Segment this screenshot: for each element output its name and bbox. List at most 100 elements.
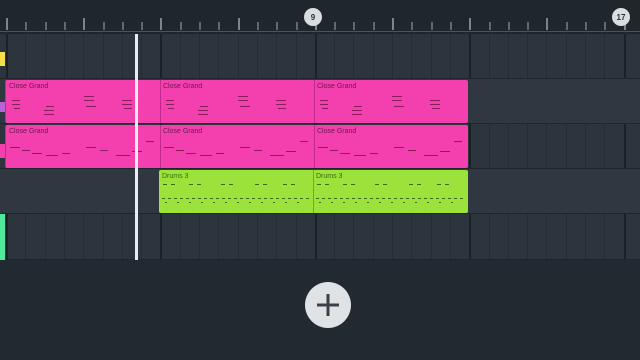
ruler-tick [507, 22, 510, 30]
note [264, 198, 267, 199]
note [197, 184, 201, 185]
clip-close-grand-row-2[interactable]: Close Grand Close Grand Close Grand [5, 125, 468, 168]
note [270, 155, 284, 156]
note [408, 150, 416, 151]
note [162, 198, 165, 199]
note [86, 147, 96, 148]
note [346, 198, 349, 199]
note [400, 198, 403, 199]
note [238, 96, 248, 97]
timeline-ruler[interactable]: 9 17 [0, 0, 640, 34]
note [276, 198, 279, 199]
note [165, 202, 167, 203]
note [320, 104, 328, 105]
note [294, 198, 297, 199]
note [186, 198, 189, 199]
note [392, 96, 402, 97]
note [146, 141, 154, 142]
playhead[interactable] [135, 34, 138, 260]
note [394, 147, 404, 148]
clip-drums-3[interactable]: Drums 3 Drums 3 [159, 170, 468, 213]
ruler-tick [565, 22, 568, 30]
note [306, 198, 309, 199]
clip-label: Drums 3 [162, 173, 189, 180]
note [174, 198, 177, 199]
track-row-1[interactable] [0, 34, 640, 79]
note [316, 198, 319, 199]
note [417, 184, 421, 185]
add-track-button[interactable] [305, 282, 351, 328]
note [200, 155, 212, 156]
clip-label: Close Grand [163, 128, 203, 135]
note [32, 153, 42, 154]
note [22, 150, 30, 151]
note [370, 153, 378, 154]
note [261, 202, 263, 203]
ruler-tick [141, 22, 144, 30]
note [403, 202, 405, 203]
note [116, 155, 130, 156]
track-row-5[interactable] [0, 214, 640, 260]
note [354, 106, 362, 107]
note [10, 147, 20, 148]
note [409, 184, 413, 185]
ruler-tick [585, 22, 587, 30]
note [376, 198, 379, 199]
note [415, 202, 417, 203]
clip-close-grand-row-1[interactable]: Close Grand Close Grand Close Grand [5, 80, 468, 123]
note [44, 114, 54, 115]
note [12, 104, 20, 105]
note [320, 100, 328, 101]
note [436, 198, 439, 199]
ruler-tick [295, 22, 298, 30]
note [249, 202, 251, 203]
bar-marker-17[interactable]: 17 [612, 8, 630, 26]
track-color-indicator [0, 52, 5, 66]
note [331, 202, 333, 203]
note [406, 198, 409, 199]
note [237, 202, 239, 203]
note [286, 151, 296, 152]
track-area[interactable]: Close Grand Close Grand Close Grand Clos… [0, 34, 640, 260]
note [388, 198, 391, 199]
note [437, 184, 441, 185]
note [355, 202, 357, 203]
ruler-tick [527, 22, 530, 30]
bottom-area [0, 260, 640, 360]
note [451, 202, 453, 203]
note [225, 202, 227, 203]
note [370, 198, 373, 199]
note [351, 184, 355, 185]
note [343, 184, 347, 185]
note [445, 184, 449, 185]
note [424, 198, 427, 199]
note [84, 96, 94, 97]
plus-icon [317, 294, 339, 316]
note [454, 198, 457, 199]
note [300, 141, 308, 142]
ruler-tick [276, 22, 279, 30]
note [391, 202, 393, 203]
track-color-indicator [0, 214, 5, 260]
note [300, 198, 303, 199]
ruler-tick [199, 22, 201, 30]
ruler-tick [546, 18, 549, 30]
note [62, 153, 70, 154]
note [176, 150, 184, 151]
ruler-tick [411, 22, 414, 30]
note [198, 198, 201, 199]
note [442, 198, 445, 199]
note [297, 202, 299, 203]
ruler-tick [83, 18, 86, 30]
note [86, 106, 96, 107]
note [394, 106, 404, 107]
note [44, 110, 54, 111]
note [166, 100, 174, 101]
note [367, 202, 369, 203]
note [213, 202, 215, 203]
clip-label: Drums 3 [316, 173, 343, 180]
note [430, 100, 440, 101]
ruler-tick [392, 18, 394, 30]
bar-marker-9[interactable]: 9 [304, 8, 322, 26]
ruler-tick [63, 22, 66, 30]
